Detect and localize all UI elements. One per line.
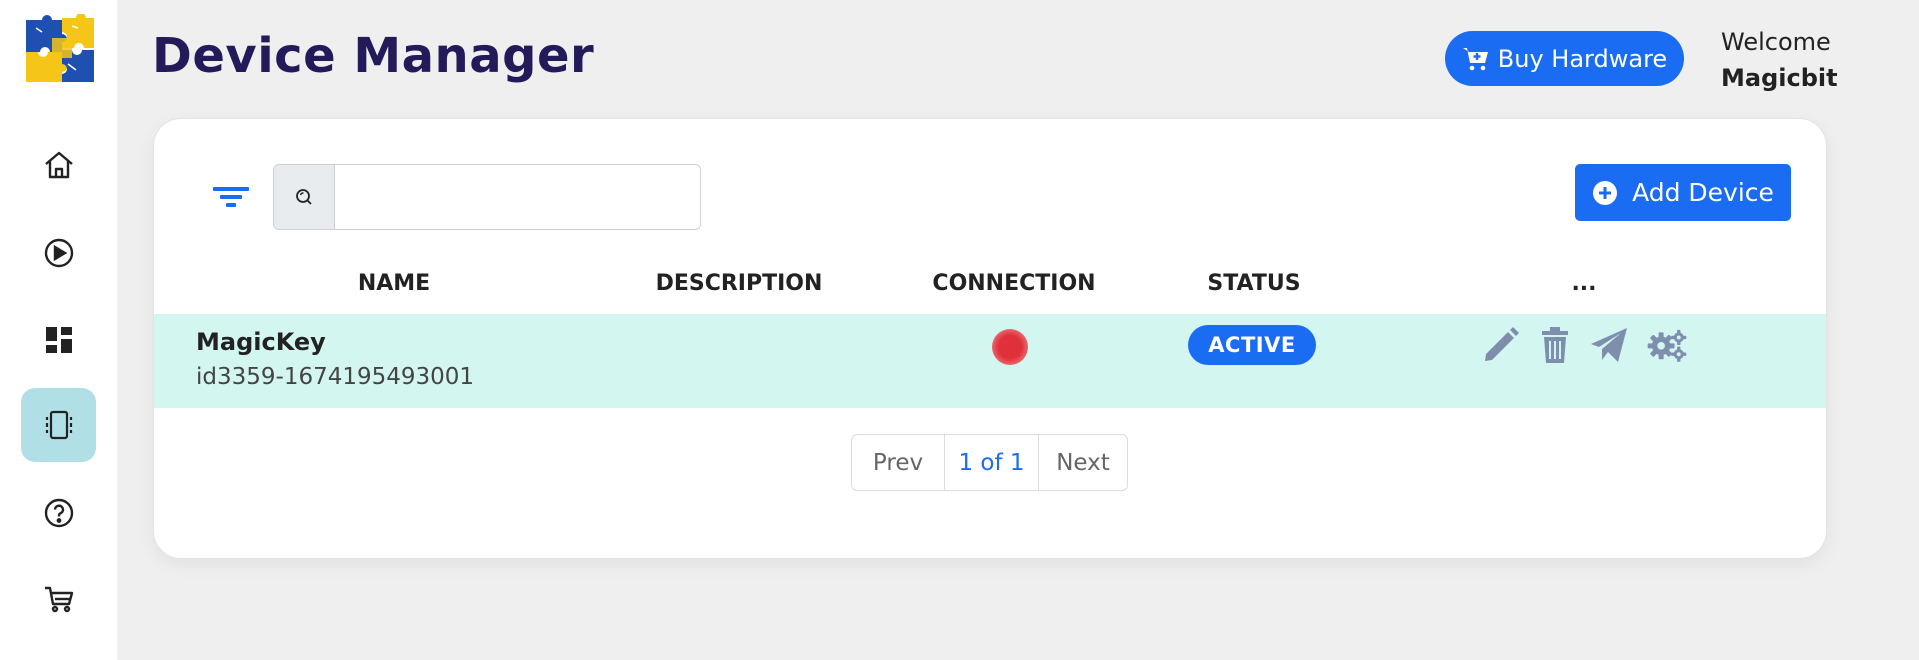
edit-button[interactable] [1480,324,1522,366]
device-icon [45,410,72,440]
page-indicator: 1 of 1 [945,435,1039,490]
settings-button[interactable] [1646,324,1696,366]
next-page-button[interactable]: Next [1039,435,1127,490]
paper-plane-icon [1591,328,1627,362]
add-device-button[interactable]: Add Device [1575,164,1791,221]
help-circle-icon [44,498,73,528]
status-badge: ACTIVE [1188,325,1316,365]
search-icon-box [274,165,335,229]
sidebar-item-help[interactable] [21,476,96,550]
sidebar-item-home[interactable] [21,128,96,202]
connection-status-indicator [992,329,1028,365]
add-device-label: Add Device [1632,178,1774,207]
send-button[interactable] [1588,324,1630,366]
filter-button[interactable] [211,179,251,215]
sidebar [0,0,117,660]
page-title: Device Manager [152,28,595,84]
play-circle-icon [44,238,73,268]
welcome-label: Welcome [1721,28,1831,56]
column-header-description: DESCRIPTION [655,271,823,296]
column-header-connection: CONNECTION [932,271,1096,296]
dashboard-icon [45,327,72,353]
search-box [273,164,701,230]
sidebar-item-dashboard[interactable] [21,303,96,377]
filter-icon [213,187,249,207]
table-row[interactable]: MagicKey id3359-1674195493001 ACTIVE [154,314,1826,408]
buy-hardware-label: Buy Hardware [1497,44,1668,73]
pagination: Prev 1 of 1 Next [851,434,1128,491]
cart-icon [44,586,73,613]
device-name: MagicKey [196,328,326,356]
welcome-block: Welcome Magicbit [1721,24,1838,96]
sidebar-item-play[interactable] [21,216,96,290]
home-icon [44,151,73,179]
plus-circle-icon [1593,180,1618,205]
cart-plus-icon [1462,47,1488,70]
trash-icon [1542,327,1568,363]
sidebar-item-devices[interactable] [21,388,96,462]
search-icon [296,189,312,205]
device-table-card: Add Device NAME DESCRIPTION CONNECTION S… [153,118,1827,559]
column-header-status: STATUS [1207,271,1301,296]
prev-page-button[interactable]: Prev [852,435,945,490]
gears-icon [1647,329,1687,362]
username: Magicbit [1721,64,1838,92]
column-header-actions: ... [1571,271,1597,296]
delete-button[interactable] [1534,324,1576,366]
search-input[interactable] [335,165,700,229]
pencil-icon [1485,327,1519,361]
sidebar-item-cart[interactable] [21,562,96,636]
column-header-name: NAME [357,271,431,296]
buy-hardware-button[interactable]: Buy Hardware [1445,31,1684,86]
app-logo[interactable] [22,13,98,86]
device-id: id3359-1674195493001 [196,364,475,390]
